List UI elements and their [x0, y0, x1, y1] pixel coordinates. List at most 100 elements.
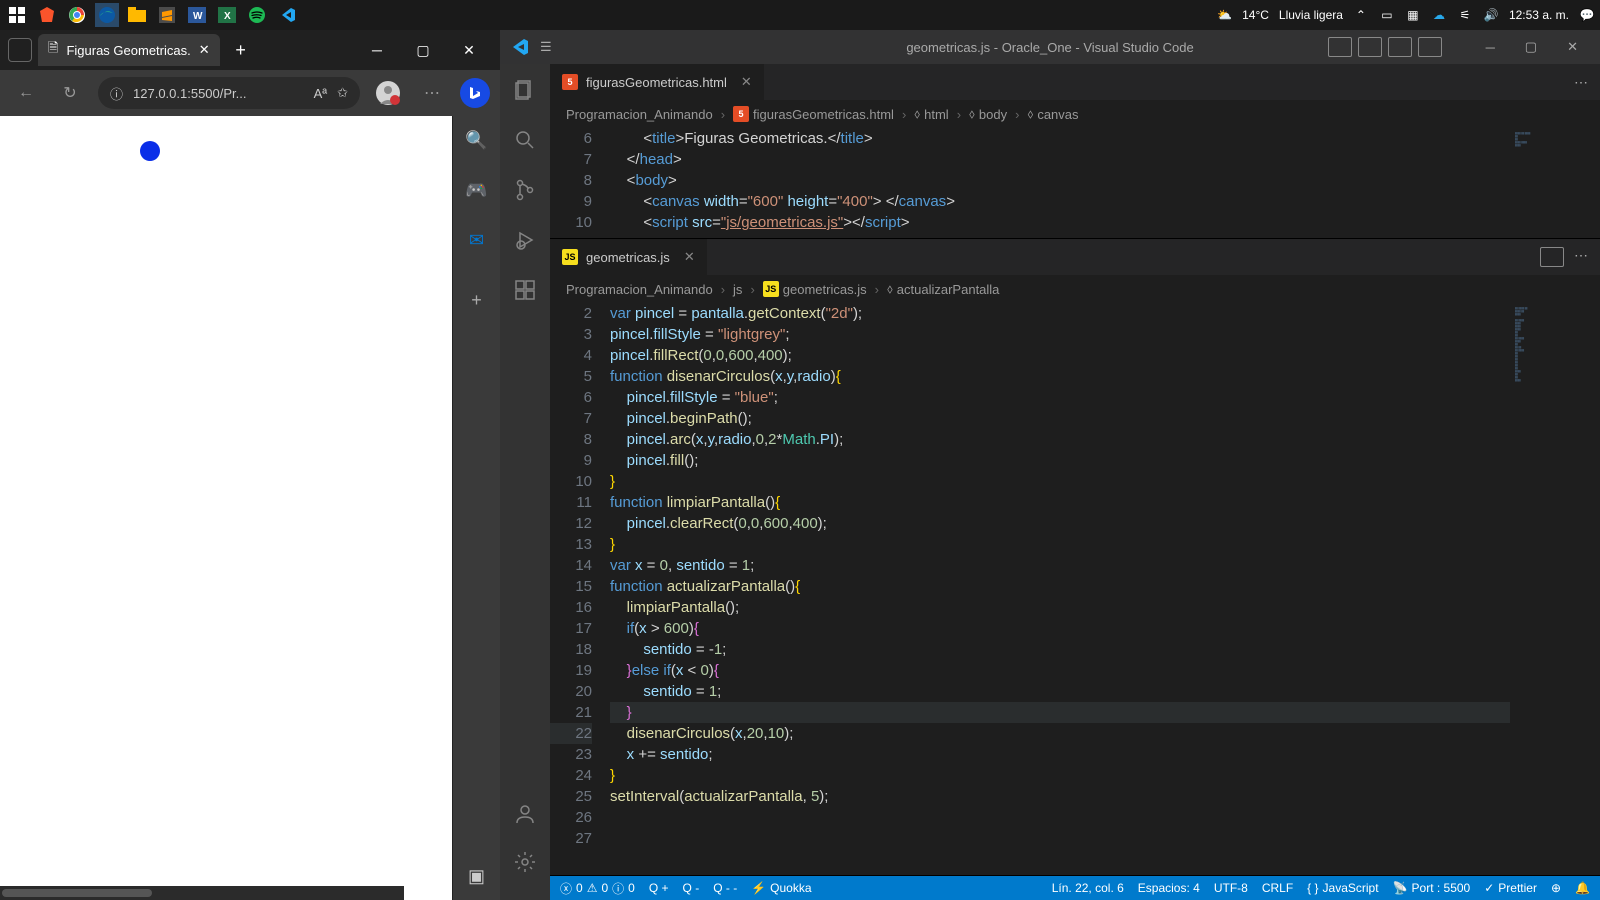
browser-tab[interactable]: 🗎 Figuras Geometricas. ✕: [38, 34, 220, 66]
status-cursor[interactable]: Lín. 22, col. 6: [1052, 881, 1124, 895]
onedrive-icon[interactable]: ☁: [1431, 7, 1447, 23]
status-quokka[interactable]: ⚡ Quokka: [751, 881, 811, 895]
read-aloud-icon[interactable]: Aª: [314, 86, 327, 101]
notifications-icon[interactable]: 💬: [1579, 7, 1595, 23]
close-tab-icon[interactable]: ✕: [684, 249, 695, 265]
source-control-icon[interactable]: [511, 176, 539, 204]
search-icon[interactable]: 🔍: [463, 126, 491, 154]
excel-icon[interactable]: X: [215, 3, 239, 27]
page-icon: 🗎: [48, 39, 58, 61]
status-errors[interactable]: ⓧ 0 ⚠ 0 ⓘ 0: [560, 880, 635, 897]
vscode-window: ☰ geometricas.js - Oracle_One - Visual S…: [500, 30, 1600, 900]
run-debug-icon[interactable]: [511, 226, 539, 254]
word-icon[interactable]: W: [185, 3, 209, 27]
status-q-plus[interactable]: Q +: [649, 881, 669, 895]
chrome-icon[interactable]: [65, 3, 89, 27]
minimap[interactable]: ████ ██ ████████ ████ ████ ████: [1510, 128, 1600, 238]
favorite-icon[interactable]: ✩: [337, 85, 348, 101]
settings-gear-icon[interactable]: [511, 848, 539, 876]
maximize-button[interactable]: ▢: [400, 34, 446, 66]
minimize-button[interactable]: ─: [1474, 40, 1507, 55]
edge-icon[interactable]: [95, 3, 119, 27]
window-title: geometricas.js - Oracle_One - Visual Stu…: [906, 40, 1193, 55]
layout-bottom-icon[interactable]: [1358, 37, 1382, 57]
status-prettier[interactable]: ✓ Prettier: [1484, 881, 1537, 895]
brave-icon[interactable]: [35, 3, 59, 27]
menu-button[interactable]: ⋯: [416, 77, 448, 109]
layout-right-icon[interactable]: [1388, 37, 1412, 57]
minimap[interactable]: ██ ████ ██████ ████████ ████ ████ ████ █…: [1510, 303, 1600, 875]
split-editor-icon[interactable]: [1540, 247, 1564, 267]
profile-button[interactable]: [372, 77, 404, 109]
maximize-button[interactable]: ▢: [1513, 39, 1549, 55]
code-editor-js[interactable]: 2345678910111213141516171819202122232425…: [550, 303, 1600, 875]
explorer-icon[interactable]: [511, 76, 539, 104]
status-q-dash[interactable]: Q - -: [713, 881, 737, 895]
horizontal-scrollbar[interactable]: [0, 886, 404, 900]
volume-icon[interactable]: 🔊: [1483, 7, 1499, 23]
tab-bar-2: JS geometricas.js ✕ ⋯: [550, 239, 1600, 275]
explorer-icon[interactable]: [125, 3, 149, 27]
start-button[interactable]: [5, 3, 29, 27]
bing-button[interactable]: [460, 78, 490, 108]
weather-icon[interactable]: ⛅: [1217, 8, 1232, 22]
clock[interactable]: 12:53 a. m.: [1509, 8, 1569, 22]
outlook-icon[interactable]: ✉: [463, 226, 491, 254]
status-bell-icon[interactable]: 🔔: [1575, 881, 1590, 895]
activity-bar: [500, 64, 550, 900]
address-bar[interactable]: ⓘ 127.0.0.1:5500/Pr... Aª ✩: [98, 77, 360, 109]
js-file-icon: JS: [562, 249, 578, 265]
status-eol[interactable]: CRLF: [1262, 881, 1293, 895]
vscode-icon[interactable]: [275, 3, 299, 27]
status-encoding[interactable]: UTF-8: [1214, 881, 1248, 895]
tab-bar-1: 5 figurasGeometricas.html ✕ ⋯: [550, 64, 1600, 100]
more-actions-icon[interactable]: ⋯: [1574, 74, 1588, 91]
close-window-button[interactable]: ✕: [446, 34, 492, 66]
svg-text:W: W: [193, 11, 203, 22]
url-text: 127.0.0.1:5500/Pr...: [133, 86, 246, 101]
tab-actions-button[interactable]: [8, 38, 32, 62]
site-info-icon[interactable]: ⓘ: [110, 84, 123, 103]
close-button[interactable]: ✕: [1555, 39, 1590, 55]
status-spaces[interactable]: Espacios: 4: [1138, 881, 1200, 895]
status-feedback-icon[interactable]: ⊕: [1551, 881, 1561, 895]
chevron-up-icon[interactable]: ⌃: [1353, 7, 1369, 23]
vscode-logo-icon: [510, 37, 530, 57]
edge-sidebar: 🔍 🎮 ✉ + ▣: [452, 116, 500, 900]
code-editor-html[interactable]: 678910 <title>Figuras Geometricas.</titl…: [550, 128, 1600, 238]
spotify-icon[interactable]: [245, 3, 269, 27]
more-actions-icon[interactable]: ⋯: [1574, 247, 1588, 267]
tab-html[interactable]: 5 figurasGeometricas.html ✕: [550, 64, 765, 100]
sidebar-toggle-icon[interactable]: ▣: [463, 862, 491, 890]
refresh-button[interactable]: ↻: [54, 77, 86, 109]
close-tab-icon[interactable]: ✕: [741, 74, 752, 90]
vscode-titlebar: ☰ geometricas.js - Oracle_One - Visual S…: [500, 30, 1600, 64]
add-sidebar-icon[interactable]: +: [463, 286, 491, 314]
tab-label: figurasGeometricas.html: [586, 75, 727, 90]
new-tab-button[interactable]: +: [226, 40, 256, 61]
status-lang[interactable]: { } JavaScript: [1307, 881, 1378, 895]
games-icon[interactable]: 🎮: [463, 176, 491, 204]
weather-desc[interactable]: Lluvia ligera: [1279, 8, 1343, 22]
status-bar: ⓧ 0 ⚠ 0 ⓘ 0 Q + Q - Q - - ⚡ Quokka Lín. …: [550, 876, 1600, 900]
sublime-icon[interactable]: [155, 3, 179, 27]
close-tab-icon[interactable]: ✕: [199, 42, 210, 58]
status-liveserver[interactable]: 📡 Port : 5500: [1393, 881, 1471, 895]
extensions-icon[interactable]: [511, 276, 539, 304]
tray-icon-2[interactable]: ▦: [1405, 7, 1421, 23]
status-q-minus[interactable]: Q -: [683, 881, 700, 895]
account-icon[interactable]: [511, 800, 539, 828]
search-icon[interactable]: [511, 126, 539, 154]
tab-js[interactable]: JS geometricas.js ✕: [550, 239, 708, 275]
breadcrumb-2[interactable]: Programacion_Animando› js› JS geometrica…: [550, 275, 1600, 303]
minimize-button[interactable]: ─: [354, 34, 400, 66]
layout-custom-icon[interactable]: [1418, 37, 1442, 57]
tray-icon-1[interactable]: ▭: [1379, 7, 1395, 23]
back-button[interactable]: ←: [10, 77, 42, 109]
breadcrumb-1[interactable]: Programacion_Animando› 5figurasGeometric…: [550, 100, 1600, 128]
wifi-icon[interactable]: ⚟: [1457, 7, 1473, 23]
app-menu-button[interactable]: ☰: [540, 39, 552, 55]
weather-temp[interactable]: 14°C: [1242, 8, 1269, 22]
layout-left-icon[interactable]: [1328, 37, 1352, 57]
windows-taskbar: W X ⛅ 14°C Lluvia ligera ⌃ ▭ ▦ ☁ ⚟ 🔊 12:…: [0, 0, 1600, 30]
